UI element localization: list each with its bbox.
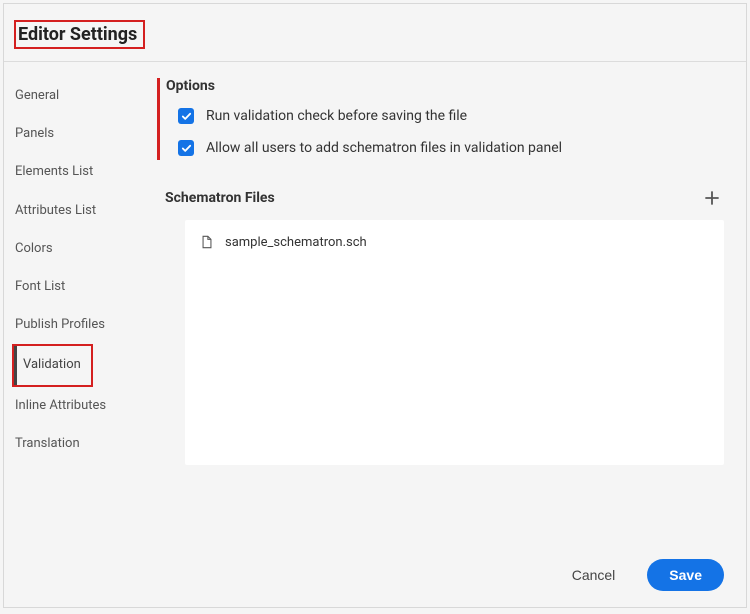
sidebar-item-label: Translation (15, 436, 80, 451)
plus-icon (704, 190, 720, 206)
sidebar-item-font-list[interactable]: Font List (12, 268, 149, 306)
main-panel: Options Run validation check before savi… (149, 62, 746, 607)
header: Editor Settings (4, 4, 746, 62)
options-section: Options Run validation check before savi… (157, 78, 724, 160)
files-title: Schematron Files (165, 190, 275, 206)
page-title: Editor Settings (14, 20, 145, 49)
file-name: sample_schematron.sch (225, 235, 367, 250)
sidebar-item-label: Elements List (15, 164, 93, 179)
add-file-button[interactable] (700, 186, 724, 210)
sidebar-item-label: Publish Profiles (15, 317, 105, 332)
file-row[interactable]: sample_schematron.sch (199, 230, 710, 254)
sidebar-item-publish-profiles[interactable]: Publish Profiles (12, 306, 149, 344)
sidebar: General Panels Elements List Attributes … (4, 62, 149, 607)
sidebar-item-translation[interactable]: Translation (12, 425, 149, 463)
sidebar-item-elements-list[interactable]: Elements List (12, 153, 149, 191)
sidebar-item-label: Inline Attributes (15, 398, 106, 413)
files-header: Schematron Files (165, 186, 724, 210)
checkbox-allow-schematron[interactable] (178, 140, 194, 156)
save-button[interactable]: Save (647, 559, 724, 591)
sidebar-item-label: Colors (15, 241, 53, 256)
sidebar-item-panels[interactable]: Panels (12, 115, 149, 153)
checkbox-run-validation[interactable] (178, 108, 194, 124)
option-row-allow-schematron: Allow all users to add schematron files … (178, 140, 724, 156)
option-label: Run validation check before saving the f… (206, 108, 467, 124)
sidebar-item-label: Font List (15, 279, 65, 294)
sidebar-item-label: Attributes List (15, 203, 96, 218)
footer: Cancel Save (560, 559, 724, 591)
option-label: Allow all users to add schematron files … (206, 140, 562, 156)
check-icon (181, 111, 192, 122)
sidebar-item-general[interactable]: General (12, 77, 149, 115)
sidebar-item-label: Validation (23, 357, 81, 372)
sidebar-item-label: Panels (15, 126, 54, 141)
file-icon (199, 234, 215, 250)
option-row-validation-check: Run validation check before saving the f… (178, 108, 724, 124)
sidebar-item-validation[interactable]: Validation (14, 346, 81, 384)
check-icon (181, 143, 192, 154)
sidebar-item-inline-attributes[interactable]: Inline Attributes (12, 387, 149, 425)
file-list: sample_schematron.sch (185, 220, 724, 465)
options-title: Options (166, 78, 724, 94)
sidebar-item-attributes-list[interactable]: Attributes List (12, 192, 149, 230)
sidebar-item-label: General (15, 88, 59, 103)
sidebar-item-colors[interactable]: Colors (12, 230, 149, 268)
cancel-button[interactable]: Cancel (560, 559, 628, 591)
